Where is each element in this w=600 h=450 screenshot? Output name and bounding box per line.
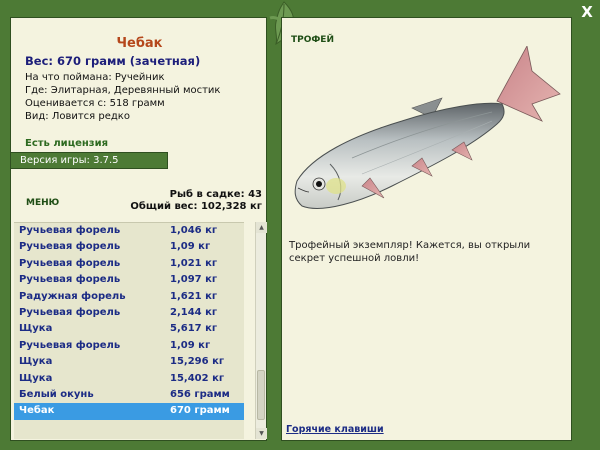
list-item[interactable]: Белый окунь 656 грамм <box>14 387 244 403</box>
list-item-weight: 15,296 кг <box>170 356 225 368</box>
list-item-name: Ручьевая форель <box>19 241 121 253</box>
list-item-weight: 15,402 кг <box>170 372 225 384</box>
total-weight: Общий вес: 102,328 кг <box>130 201 262 212</box>
list-item[interactable]: Ручьевая форель 1,021 кг <box>14 256 244 272</box>
trophy-title: ТРОФЕЙ <box>291 35 334 45</box>
catch-info-panel: Чебак Вес: 670 грамм (зачетная) На что п… <box>10 17 267 441</box>
scroll-thumb[interactable] <box>257 370 265 420</box>
catch-details: На что поймана: Ручейник Где: Элитарная,… <box>25 71 265 123</box>
list-item-name: Щука <box>19 356 53 368</box>
list-item-weight: 1,021 кг <box>170 257 218 269</box>
keepnet-stats: Рыб в садке: 43 Общий вес: 102,328 кг <box>130 189 262 213</box>
list-item-name: Ручьевая форель <box>19 274 121 286</box>
list-item-weight: 1,09 кг <box>170 241 211 253</box>
version-bar: Версия игры: 3.7.5 <box>10 152 168 169</box>
license-status: Есть лицензия <box>25 138 109 149</box>
list-item-weight: 1,046 кг <box>170 225 218 236</box>
trophy-message: Трофейный экземпляр! Кажется, вы открыли… <box>289 240 531 264</box>
list-item-name: Ручьевая форель <box>19 306 121 318</box>
list-item-name: Щука <box>19 372 53 384</box>
list-item-weight: 5,617 кг <box>170 323 218 335</box>
bait-line: На что поймана: Ручейник <box>25 72 165 83</box>
species-line: Вид: Ловится редко <box>25 111 130 122</box>
fish-illustration-icon <box>294 46 561 209</box>
list-item-name: Чебак <box>19 405 55 417</box>
list-item-weight: 656 грамм <box>170 388 230 400</box>
list-item-weight: 1,097 кг <box>170 274 218 286</box>
location-line: Где: Элитарная, Деревянный мостик <box>25 85 221 96</box>
list-item[interactable]: Ручьевая форель 1,097 кг <box>14 272 244 288</box>
list-item-name: Щука <box>19 323 53 335</box>
list-item[interactable]: Ручьевая форель 2,144 кг <box>14 305 244 321</box>
scroll-down-icon[interactable]: ▼ <box>256 428 267 439</box>
list-item-weight: 670 грамм <box>170 405 230 417</box>
menu-button[interactable]: МЕНЮ <box>26 198 59 208</box>
list-scrollbar[interactable]: ▲ ▼ <box>255 222 267 439</box>
evaluation-line: Оценивается с: 518 грамм <box>25 98 165 109</box>
list-item[interactable]: Ручьевая форель 1,046 кг <box>14 223 244 239</box>
list-item-weight: 1,621 кг <box>170 290 218 302</box>
close-button[interactable]: X <box>578 3 596 21</box>
catch-list[interactable]: Ручьевая форель 1,046 кг Ручьевая форель 1,… <box>14 222 244 439</box>
list-item[interactable]: Ручьевая форель 1,09 кг <box>14 239 244 255</box>
list-item-name: Ручьевая форель <box>19 257 121 269</box>
hotkeys-link[interactable]: Горячие клавиши <box>286 424 384 435</box>
list-item[interactable]: Чебак 670 грамм <box>14 403 244 420</box>
list-item-weight: 2,144 кг <box>170 306 218 318</box>
list-item[interactable]: Щука 15,402 кг <box>14 371 244 387</box>
fish-name: Чебак <box>116 36 163 51</box>
list-item[interactable]: Ручьевая форель 1,09 кг <box>14 338 244 354</box>
fish-weight: Вес: 670 грамм (зачетная) <box>25 54 201 68</box>
fish-count: Рыб в садке: 43 <box>169 189 262 200</box>
list-item-name: Белый окунь <box>19 388 94 400</box>
trophy-panel: ТРОФЕЙ Трофейный экземпляр! Кажется, вы … <box>281 17 572 441</box>
list-item[interactable]: Щука 5,617 кг <box>14 321 244 337</box>
list-item[interactable]: Щука 15,296 кг <box>14 354 244 370</box>
list-item-name: Ручьевая форель <box>19 225 121 236</box>
list-item-name: Ручьевая форель <box>19 339 121 351</box>
list-item-weight: 1,09 кг <box>170 339 211 351</box>
scroll-up-icon[interactable]: ▲ <box>256 222 267 233</box>
list-item-name: Радужная форель <box>19 290 126 302</box>
list-item[interactable]: Радужная форель 1,621 кг <box>14 289 244 305</box>
